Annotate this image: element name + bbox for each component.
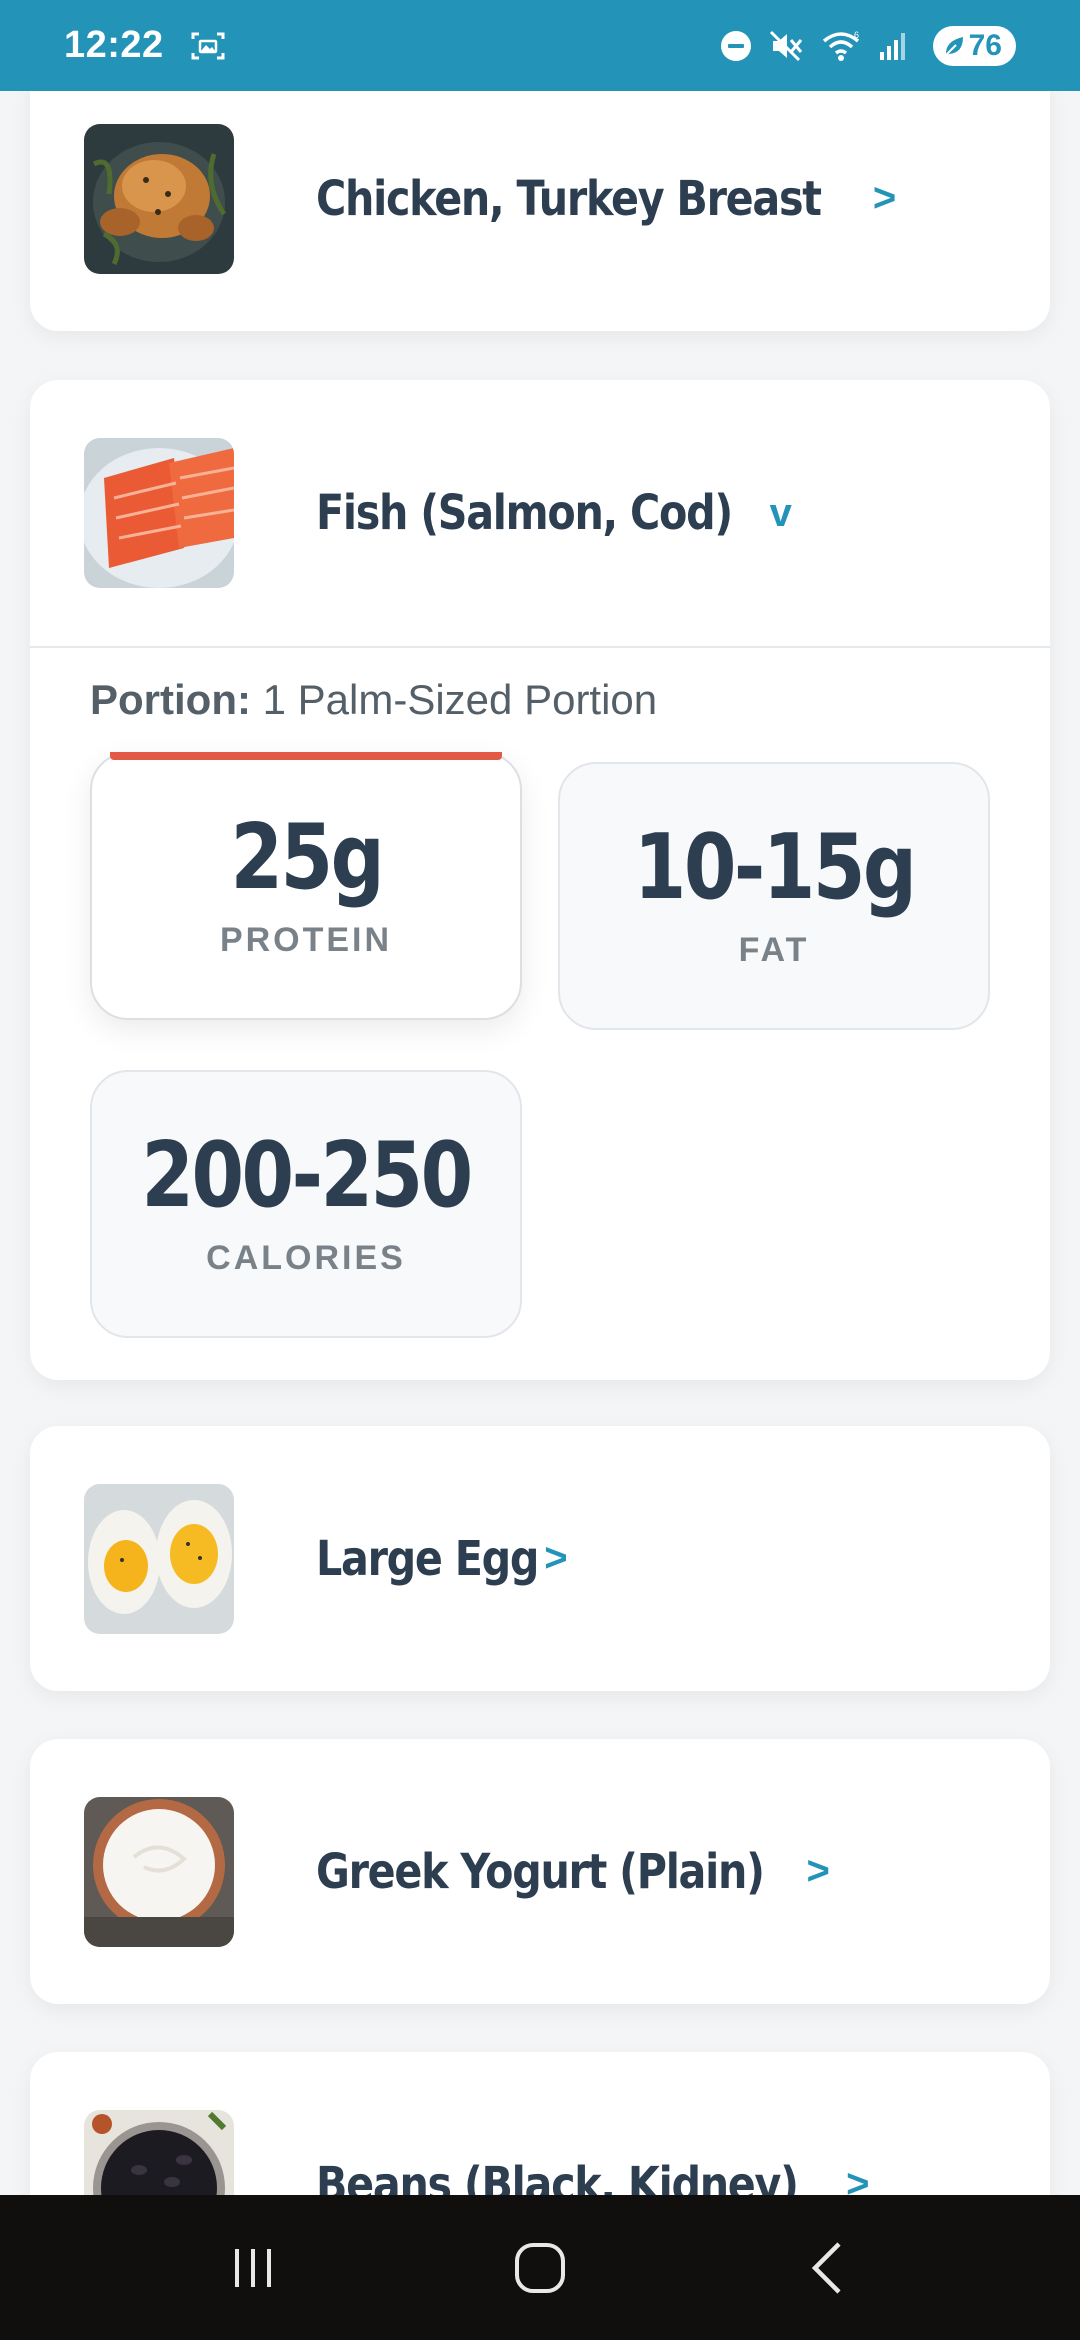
portion-label: Portion:	[90, 676, 251, 723]
food-card-header[interactable]: Beans (Black, Kidney) >	[30, 2052, 1050, 2195]
food-card-beans[interactable]: Beans (Black, Kidney) >	[30, 2052, 1050, 2195]
home-icon	[514, 2242, 565, 2293]
roast-chicken-image	[84, 123, 234, 274]
do-not-disturb-icon	[719, 29, 753, 63]
stat-protein[interactable]: 25g PROTEIN	[90, 752, 522, 1020]
food-card-fish[interactable]: Fish (Salmon, Cod) v Portion: 1 Palm-Siz…	[30, 380, 1050, 1380]
battery-indicator: 76	[932, 25, 1016, 66]
food-name: Greek Yogurt (Plain)	[316, 1843, 765, 1900]
screenshot-icon	[190, 30, 228, 62]
food-card-header[interactable]: Large Egg >	[30, 1426, 1050, 1691]
back-button[interactable]	[767, 2218, 887, 2318]
back-icon	[811, 2241, 841, 2294]
stat-label: CALORIES	[206, 1238, 406, 1277]
status-bar: 12:22 6 76	[0, 0, 1080, 91]
portion-value: 1 Palm-Sized Portion	[250, 676, 658, 723]
chevron-right-icon: >	[846, 2162, 870, 2195]
recent-apps-icon	[235, 2248, 272, 2287]
mute-icon	[769, 29, 805, 63]
portion-line: Portion: 1 Palm-Sized Portion	[90, 676, 657, 724]
divider	[30, 646, 1050, 648]
system-nav-bar	[0, 2195, 1080, 2340]
stat-value: 10-15g	[633, 814, 917, 920]
salmon-fillet-image	[84, 438, 234, 588]
stat-value: 25g	[230, 804, 384, 910]
stat-label: FAT	[738, 930, 810, 969]
food-card-header[interactable]: Fish (Salmon, Cod) v	[30, 380, 1050, 646]
battery-level: 76	[968, 28, 1002, 62]
stat-value: 200-250	[141, 1122, 473, 1228]
chevron-right-icon: >	[872, 176, 897, 220]
black-beans-image	[84, 2109, 234, 2195]
food-name: Beans (Black, Kidney)	[316, 2156, 799, 2196]
stat-calories[interactable]: 200-250 CALORIES	[90, 1070, 522, 1338]
food-card-egg[interactable]: Large Egg >	[30, 1426, 1050, 1691]
signal-icon	[877, 30, 909, 62]
greek-yogurt-image	[84, 1796, 234, 1947]
food-name: Fish (Salmon, Cod)	[316, 485, 733, 541]
food-card-yogurt[interactable]: Greek Yogurt (Plain) >	[30, 1739, 1050, 2004]
food-name: Chicken, Turkey Breast	[316, 170, 822, 227]
chevron-right-icon: >	[806, 1849, 830, 1893]
chevron-down-icon: v	[769, 490, 792, 535]
food-list[interactable]: Chicken, Turkey Breast > Fish (Salmon, C…	[0, 91, 1080, 2195]
battery-saver-icon	[944, 36, 963, 56]
stat-label: PROTEIN	[219, 920, 393, 959]
boiled-egg-image	[84, 1483, 234, 1634]
wifi-icon: 6	[821, 29, 861, 63]
food-card-chicken[interactable]: Chicken, Turkey Breast >	[30, 91, 1050, 331]
stat-fat[interactable]: 10-15g FAT	[558, 762, 990, 1030]
home-button[interactable]	[480, 2218, 600, 2318]
status-time: 12:22	[64, 24, 164, 66]
food-name: Large Egg	[316, 1530, 539, 1587]
food-card-header[interactable]: Chicken, Turkey Breast >	[30, 91, 1050, 331]
recent-apps-button[interactable]	[193, 2218, 313, 2318]
svg-text:6: 6	[854, 30, 859, 40]
food-card-header[interactable]: Greek Yogurt (Plain) >	[30, 1739, 1050, 2004]
chevron-right-icon: >	[544, 1536, 568, 1580]
status-icons: 6 76	[719, 25, 1016, 66]
